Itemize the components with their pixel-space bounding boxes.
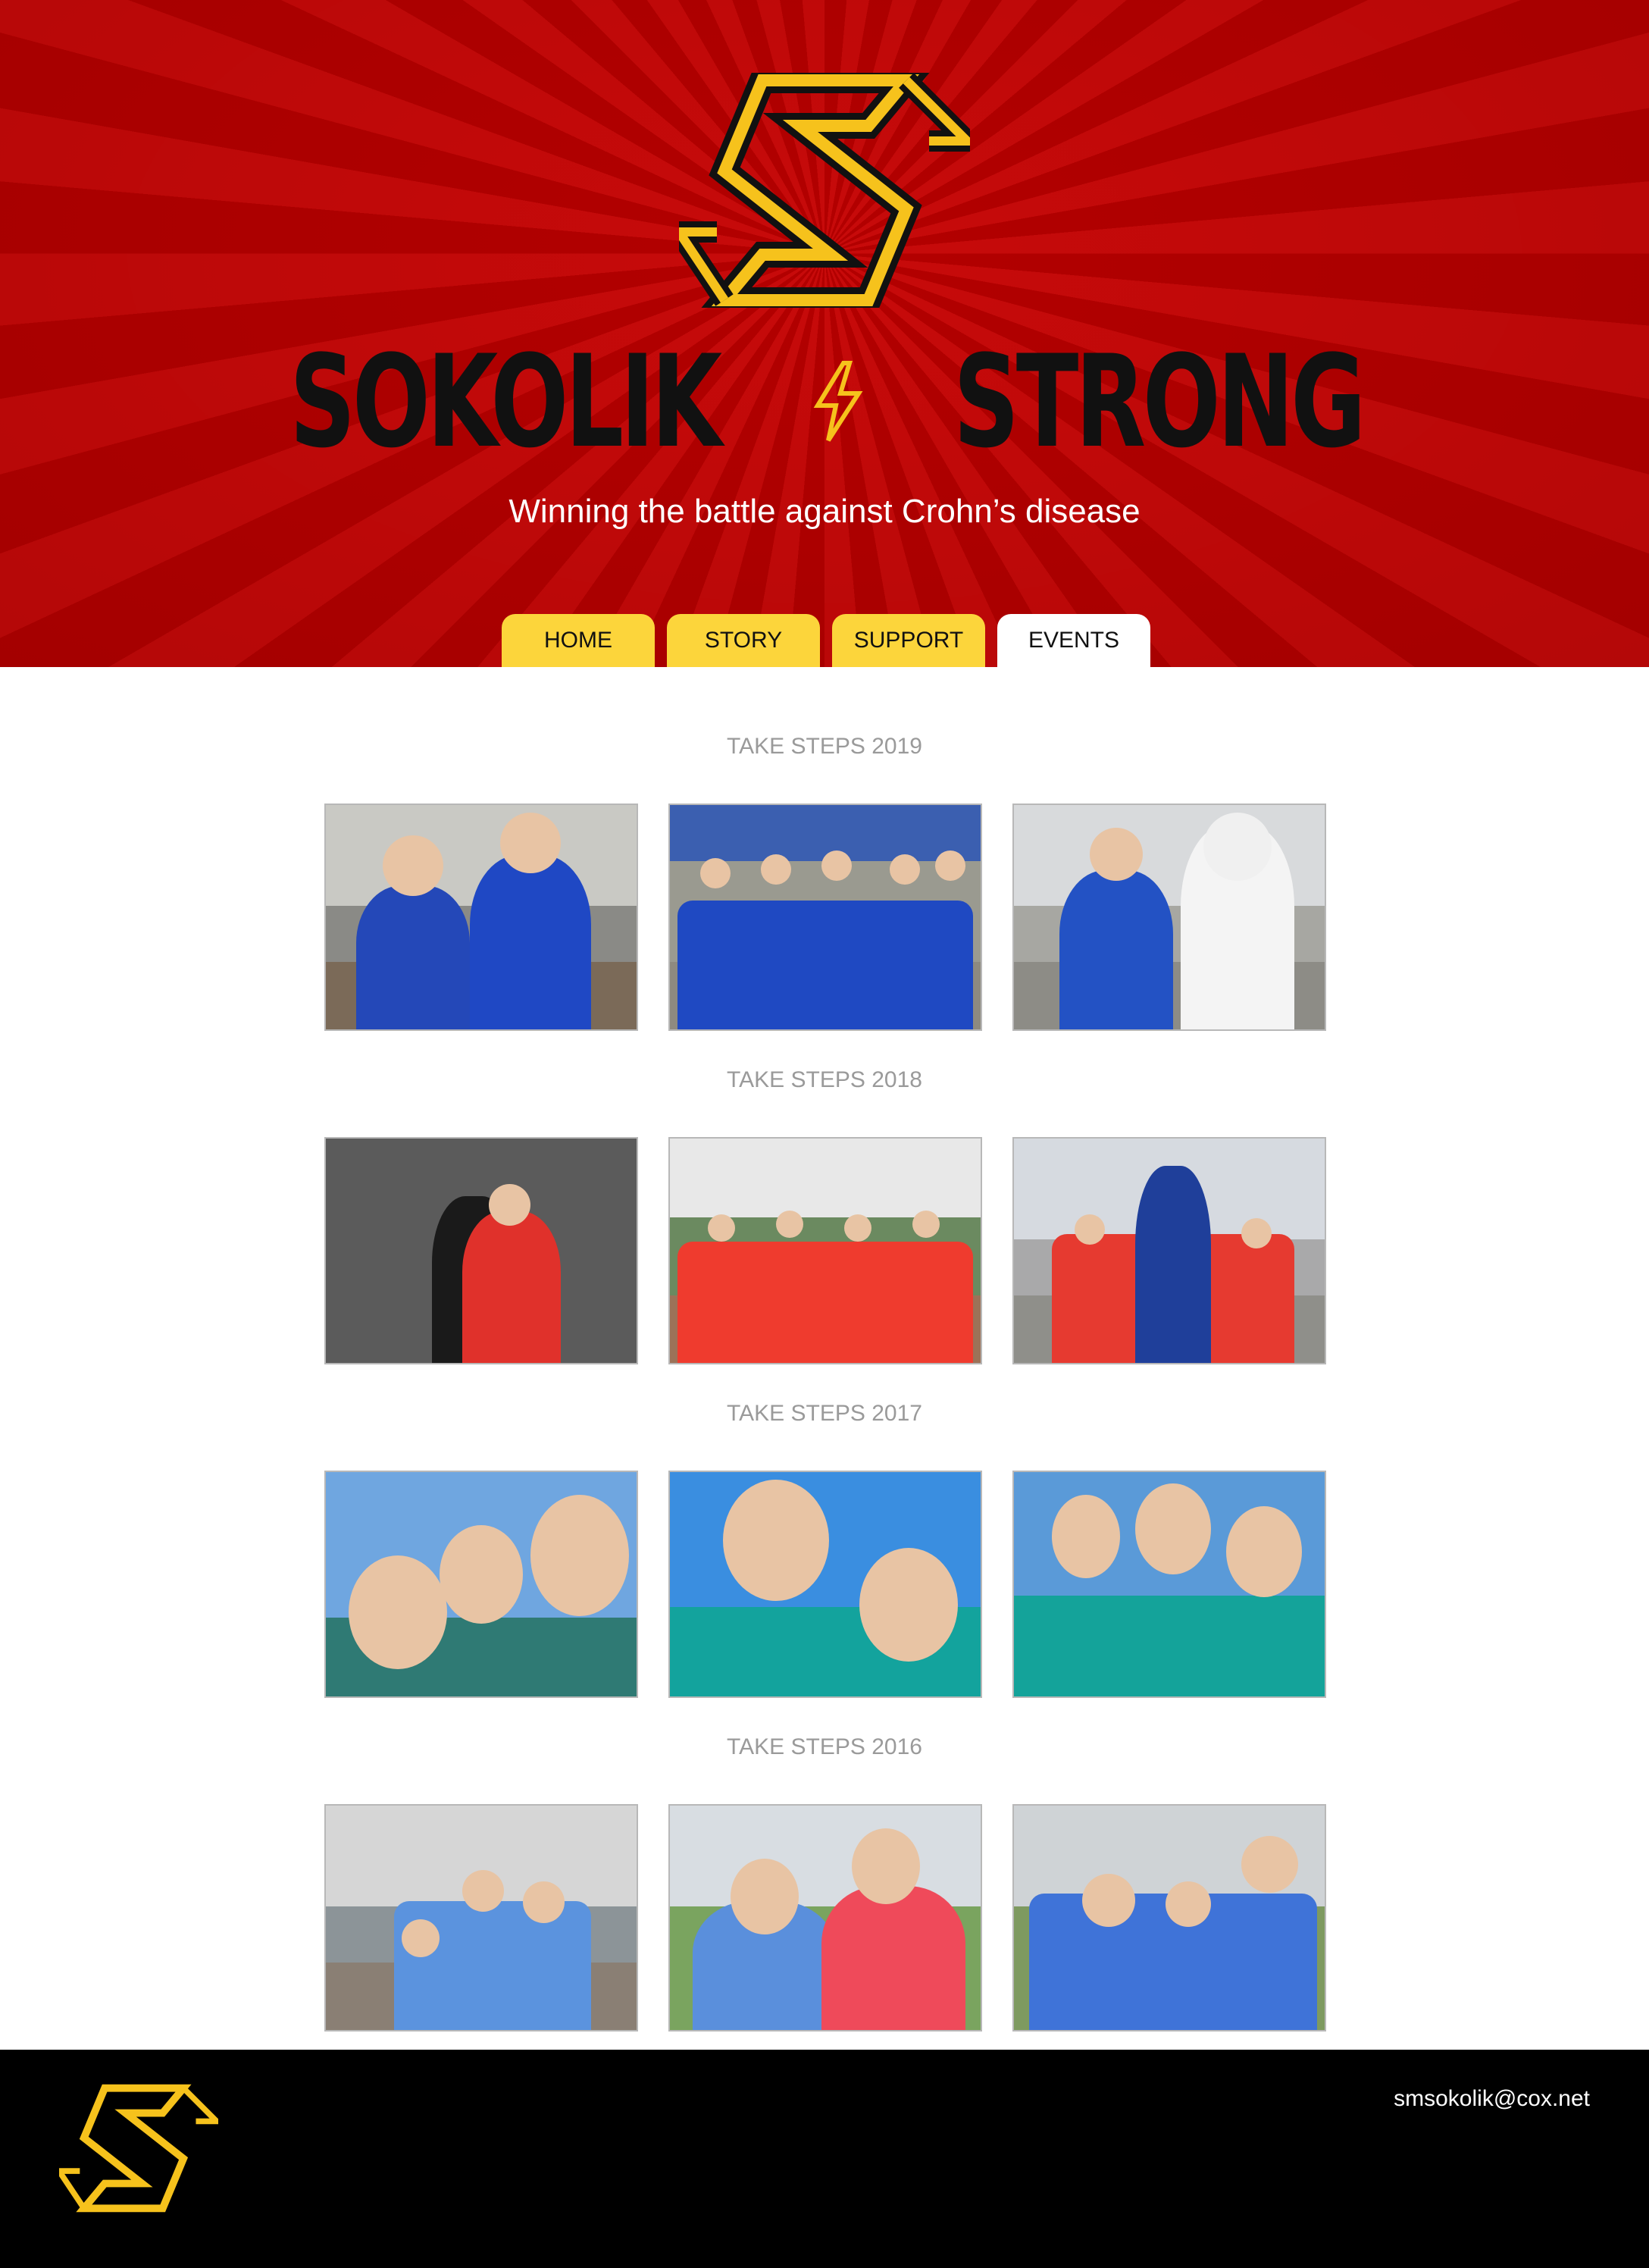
photo-row-2017 bbox=[324, 1471, 1326, 1698]
event-photo[interactable] bbox=[668, 1137, 982, 1364]
event-photo[interactable] bbox=[324, 1471, 638, 1698]
event-photo[interactable] bbox=[1012, 1137, 1326, 1364]
brand-wordmark: SOKOLIK STRONG bbox=[0, 334, 1649, 470]
photo-row-2016 bbox=[324, 1804, 1326, 2031]
photo-row-2018 bbox=[324, 1137, 1326, 1364]
event-photo[interactable] bbox=[1012, 1471, 1326, 1698]
s-logo-icon bbox=[59, 2084, 218, 2213]
event-photo[interactable] bbox=[1012, 1804, 1326, 2031]
event-photo[interactable] bbox=[668, 804, 982, 1031]
s-logo-icon bbox=[679, 73, 970, 308]
tab-home[interactable]: HOME bbox=[502, 614, 655, 667]
contact-email-link[interactable]: smsokolik@cox.net bbox=[1394, 2086, 1590, 2112]
site-footer: smsokolik@cox.net bbox=[0, 2050, 1649, 2268]
tab-events[interactable]: EVENTS bbox=[997, 614, 1150, 667]
event-photo[interactable] bbox=[1012, 804, 1326, 1031]
section-title-2019: TAKE STEPS 2019 bbox=[727, 734, 922, 759]
brand-name-left: SOKOLIK bbox=[289, 327, 723, 476]
event-photo[interactable] bbox=[324, 804, 638, 1031]
lightning-bolt-icon bbox=[814, 361, 863, 442]
section-title-2018: TAKE STEPS 2018 bbox=[727, 1067, 922, 1092]
section-title-2016: TAKE STEPS 2016 bbox=[727, 1734, 922, 1759]
tab-story[interactable]: STORY bbox=[667, 614, 820, 667]
event-photo[interactable] bbox=[668, 1804, 982, 2031]
brand-name-right: STRONG bbox=[953, 327, 1366, 476]
photo-row-2019 bbox=[324, 804, 1326, 1031]
tagline: Winning the battle against Crohn’s disea… bbox=[508, 493, 1141, 530]
tab-support[interactable]: SUPPORT bbox=[832, 614, 985, 667]
event-photo[interactable] bbox=[324, 1137, 638, 1364]
event-photo[interactable] bbox=[668, 1471, 982, 1698]
event-photo[interactable] bbox=[324, 1804, 638, 2031]
main-nav: HOME STORY SUPPORT EVENTS bbox=[502, 614, 1150, 667]
hero-header: SOKOLIK STRONG Winning the battle agains… bbox=[0, 0, 1649, 667]
section-title-2017: TAKE STEPS 2017 bbox=[727, 1401, 922, 1426]
